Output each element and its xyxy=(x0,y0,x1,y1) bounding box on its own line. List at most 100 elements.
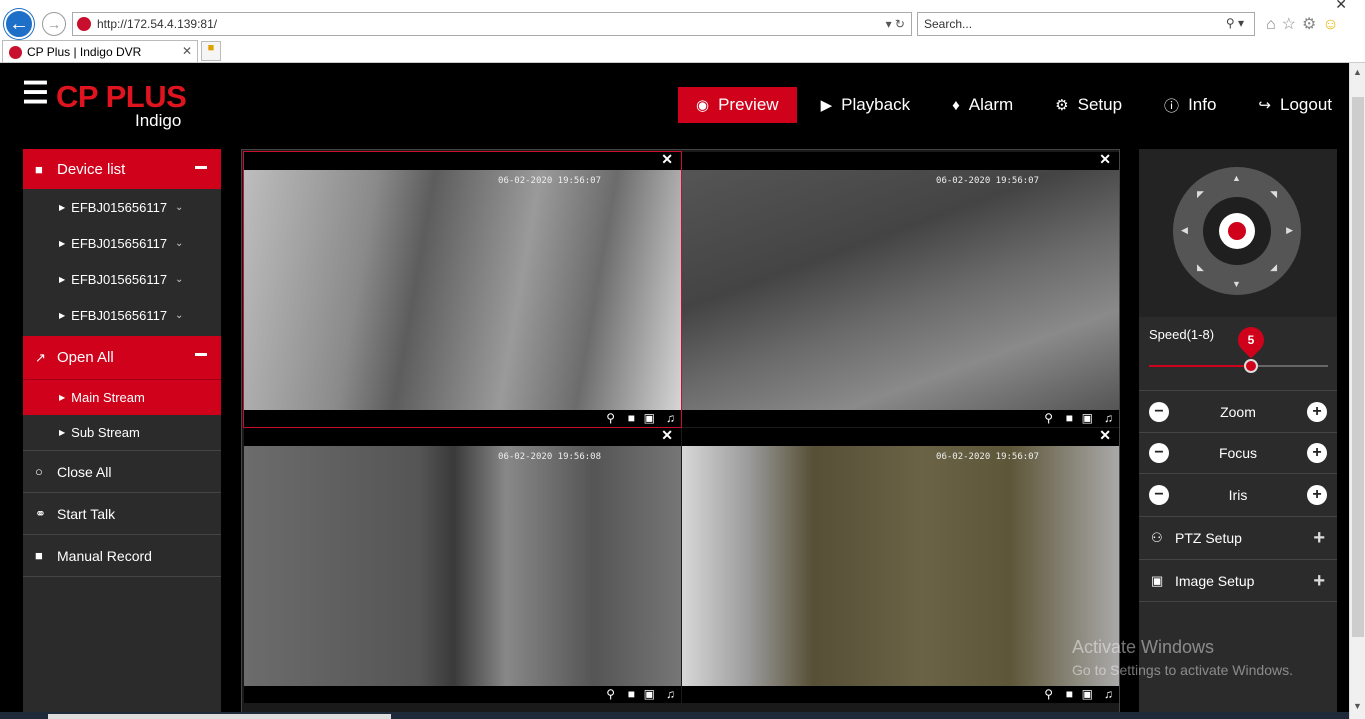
back-button[interactable]: ← xyxy=(4,9,34,39)
image-setup-item[interactable]: ▣ Image Setup + xyxy=(1139,560,1337,602)
zoom-icon[interactable]: ⚲ xyxy=(1044,687,1053,701)
scroll-down-icon[interactable]: ▼ xyxy=(1353,701,1362,711)
chevron-down-icon[interactable]: ⌄ xyxy=(175,274,183,285)
zoom-icon[interactable]: ⚲ xyxy=(606,411,615,425)
arrow-down-left-icon[interactable]: ◣ xyxy=(1197,262,1204,273)
nav-alarm-label: Alarm xyxy=(968,95,1014,114)
camera-controls: ⚲ ■ ▣ ♫ xyxy=(682,410,1119,427)
device-name: EFBJ015656117 xyxy=(71,307,168,323)
audio-icon[interactable]: ♫ xyxy=(1104,687,1113,701)
zoom-plus-button[interactable]: + xyxy=(1307,402,1327,422)
zoom-icon[interactable]: ⚲ xyxy=(606,687,615,701)
expand-plus-icon[interactable]: + xyxy=(1313,527,1325,550)
camera-timestamp: 06-02-2020 19:56:07 xyxy=(936,176,1039,186)
nav-alarm[interactable]: ♦ Alarm xyxy=(934,87,1031,123)
camera-snapshot-icon[interactable]: ▣ xyxy=(644,411,655,425)
camera-snapshot-icon[interactable]: ▣ xyxy=(1082,411,1093,425)
record-icon[interactable]: ■ xyxy=(1066,411,1073,425)
scrollbar-thumb[interactable] xyxy=(1352,97,1364,637)
arrow-right-icon[interactable]: ▶ xyxy=(1286,225,1293,236)
record-icon[interactable]: ■ xyxy=(1066,687,1073,701)
camera-cell[interactable]: ✕ 06-02-2020 19:56:08 ⚲ ■ ▣ ♫ xyxy=(244,427,681,703)
refresh-icon[interactable]: ▾ ↻ xyxy=(886,17,905,31)
close-all-button[interactable]: ○ Close All xyxy=(23,451,221,493)
device-item[interactable]: ▶ EFBJ015656117 ⌄ xyxy=(23,261,221,297)
chevron-down-icon[interactable]: ⌄ xyxy=(175,202,183,213)
camera-video[interactable]: 06-02-2020 19:56:07 xyxy=(244,170,681,410)
video-camera-icon: ■ xyxy=(35,548,43,563)
start-talk-button[interactable]: ⚭ Start Talk xyxy=(23,493,221,535)
chevron-down-icon[interactable]: ⌄ xyxy=(175,238,183,249)
camera-cell[interactable]: ✕ 06-02-2020 19:56:07 ⚲ ■ ▣ ♫ xyxy=(243,151,682,428)
device-item[interactable]: ▶ EFBJ015656117 ⌄ xyxy=(23,189,221,225)
focus-minus-button[interactable]: − xyxy=(1149,443,1169,463)
arrow-up-right-icon[interactable]: ◥ xyxy=(1270,189,1277,200)
camera-cell[interactable]: ✕ 06-02-2020 19:56:07 ⚲ ■ ▣ ♫ xyxy=(682,427,1119,703)
gear-icon[interactable]: ⚙ xyxy=(1302,16,1322,33)
close-icon[interactable]: ✕ xyxy=(1099,151,1111,168)
arrow-up-left-icon[interactable]: ◤ xyxy=(1197,189,1204,200)
nav-info[interactable]: ⓘ Info xyxy=(1146,87,1234,123)
audio-icon[interactable]: ♫ xyxy=(666,411,675,425)
star-icon[interactable]: ☆ xyxy=(1282,16,1302,33)
camera-video[interactable]: 06-02-2020 19:56:08 xyxy=(244,446,681,686)
image-setup-label: Image Setup xyxy=(1175,573,1255,589)
browser-search-input[interactable]: Search... ⚲ ▾ xyxy=(917,12,1255,36)
camera-video[interactable]: 06-02-2020 19:56:07 xyxy=(682,446,1119,686)
browser-tab[interactable]: CP Plus | Indigo DVR ✕ xyxy=(2,40,198,63)
close-icon[interactable]: ✕ xyxy=(1099,427,1111,444)
chevron-down-icon[interactable]: ⌄ xyxy=(175,310,183,321)
speed-value: 5 xyxy=(1247,333,1255,347)
camera-snapshot-icon[interactable]: ▣ xyxy=(644,687,655,701)
zoom-minus-button[interactable]: − xyxy=(1149,402,1169,422)
tab-close-icon[interactable]: ✕ xyxy=(182,44,192,58)
close-icon[interactable]: ✕ xyxy=(661,427,673,444)
manual-record-button[interactable]: ■ Manual Record xyxy=(23,535,221,577)
ptz-direction-dial[interactable]: ▲ ▼ ◀ ▶ ◤ ◥ ◣ ◢ xyxy=(1173,167,1301,295)
page-scrollbar[interactable]: ▲ ▼ xyxy=(1349,63,1365,719)
audio-icon[interactable]: ♫ xyxy=(666,687,675,701)
nav-preview[interactable]: ◉ Preview xyxy=(678,87,797,123)
focus-plus-button[interactable]: + xyxy=(1307,443,1327,463)
window-close-icon[interactable]: ✕ xyxy=(1335,0,1347,13)
nav-logout[interactable]: ↪ Logout xyxy=(1240,87,1350,123)
home-icon[interactable]: ⌂ xyxy=(1266,16,1282,33)
ptz-setup-item[interactable]: ⚇ PTZ Setup + xyxy=(1139,517,1337,559)
close-icon[interactable]: ✕ xyxy=(661,151,673,168)
zoom-label: Zoom xyxy=(1220,404,1256,420)
sub-stream-item[interactable]: ▶ Sub Stream xyxy=(23,415,221,451)
nav-setup[interactable]: ⚙ Setup xyxy=(1037,87,1140,123)
zoom-icon[interactable]: ⚲ xyxy=(1044,411,1053,425)
arrow-up-icon[interactable]: ▲ xyxy=(1232,173,1241,183)
expand-plus-icon[interactable]: + xyxy=(1313,570,1325,593)
iris-plus-button[interactable]: + xyxy=(1307,485,1327,505)
dial-center-button[interactable] xyxy=(1219,213,1255,249)
forward-button[interactable]: → xyxy=(42,12,66,36)
smiley-icon[interactable]: ☺ xyxy=(1322,16,1344,33)
camera-cell[interactable]: ✕ 06-02-2020 19:56:07 ⚲ ■ ▣ ♫ xyxy=(682,151,1119,427)
taskbar-item[interactable] xyxy=(48,714,391,719)
speed-slider[interactable]: 5 xyxy=(1149,321,1328,373)
new-tab-button[interactable]: ■ xyxy=(201,41,221,61)
camera-video[interactable]: 06-02-2020 19:56:07 xyxy=(682,170,1119,410)
record-icon[interactable]: ■ xyxy=(628,411,635,425)
main-stream-item[interactable]: ▶ Main Stream xyxy=(23,379,221,415)
collapse-icon[interactable] xyxy=(195,353,207,356)
device-list-header[interactable]: ■ Device list xyxy=(23,149,221,189)
camera-snapshot-icon[interactable]: ▣ xyxy=(1082,687,1093,701)
device-item[interactable]: ▶ EFBJ015656117 ⌄ xyxy=(23,225,221,261)
record-icon[interactable]: ■ xyxy=(628,687,635,701)
arrow-left-icon[interactable]: ◀ xyxy=(1181,225,1188,236)
audio-icon[interactable]: ♫ xyxy=(1104,411,1113,425)
scroll-up-icon[interactable]: ▲ xyxy=(1353,67,1362,77)
arrow-down-icon[interactable]: ▼ xyxy=(1232,279,1241,289)
address-bar[interactable]: http://172.54.4.139:81/ ▾ ↻ xyxy=(72,12,912,36)
device-item[interactable]: ▶ EFBJ015656117 ⌄ xyxy=(23,297,221,333)
nav-playback[interactable]: ▶ Playback xyxy=(803,87,929,123)
search-icon[interactable]: ⚲ ▾ xyxy=(1226,16,1244,30)
iris-minus-button[interactable]: − xyxy=(1149,485,1169,505)
arrow-down-right-icon[interactable]: ◢ xyxy=(1270,262,1277,273)
speed-slider-knob[interactable] xyxy=(1244,359,1259,373)
collapse-icon[interactable] xyxy=(195,166,207,169)
open-all-header[interactable]: ↗ Open All xyxy=(23,336,221,379)
